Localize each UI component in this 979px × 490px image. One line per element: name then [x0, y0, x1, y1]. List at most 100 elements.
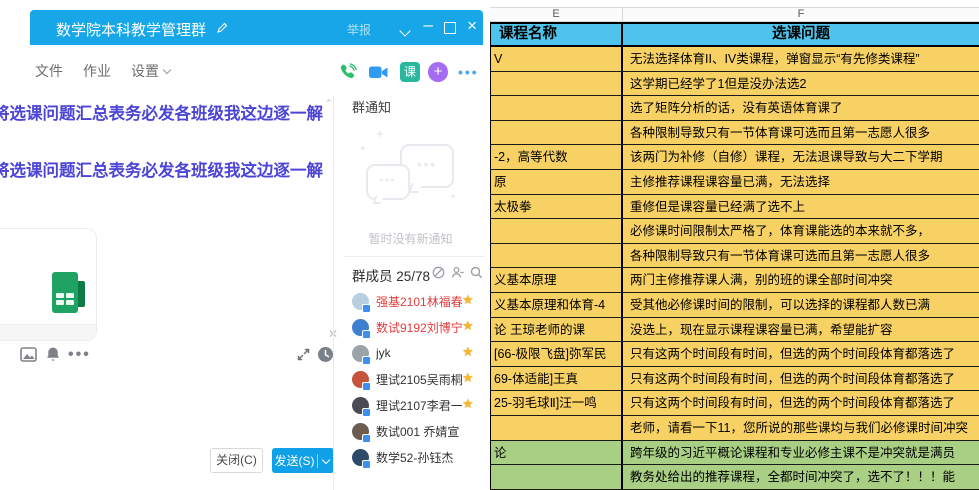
cell-course-name[interactable]: 69-体适能]王真: [491, 367, 623, 391]
cell-issue[interactable]: 各种限制导致只有一节体育课可选而且第一志愿人很多: [623, 244, 979, 268]
sheet-row: 太极拳重修但是课容量已经满了选不上: [490, 195, 979, 220]
sheet-body: V无法选择体育II、IV类课程，弹窗显示“有先修类课程”这学期已经学了1但是没办…: [490, 47, 979, 490]
cell-course-name[interactable]: [491, 72, 623, 96]
cell-issue[interactable]: 必修课时间限制太严格了，体育课能选的本来就不多，: [623, 219, 979, 243]
cell-issue[interactable]: 受其他必修课时间的限制，可以选择的课程都人数已满: [623, 293, 979, 317]
cell-course-name[interactable]: 论: [491, 441, 623, 465]
sheet-row: 各种限制导致只有一节体育课可选而且第一志愿人很多: [490, 244, 979, 269]
cell-issue[interactable]: 选了矩阵分析的话，没有英语体育课了: [623, 96, 979, 120]
member-list-item[interactable]: jyk ★: [352, 340, 487, 366]
more-options-icon[interactable]: •••: [458, 62, 479, 82]
report-button[interactable]: 举报: [347, 21, 371, 38]
star-icon[interactable]: ★: [462, 344, 474, 360]
send-button[interactable]: 发送(S): [272, 448, 334, 473]
spreadsheet-file-card[interactable]: [0, 228, 97, 341]
add-plus-icon[interactable]: +: [428, 62, 448, 82]
member-badge-icon: [362, 460, 371, 469]
cell-course-name[interactable]: -2，高等代数: [491, 145, 623, 169]
cell-course-name[interactable]: 原: [491, 170, 623, 194]
cell-course-name[interactable]: 义基本原理: [491, 268, 623, 292]
star-icon[interactable]: ★: [462, 292, 474, 308]
message-corner-mark: ⌃: [325, 98, 333, 109]
avatar: [352, 397, 369, 414]
sheet-header-row: 课程名称 选课问题: [490, 22, 979, 47]
cell-issue[interactable]: 无法选择体育II、IV类课程，弹窗显示“有先修类课程”: [623, 47, 979, 71]
chevron-down-icon[interactable]: [401, 22, 409, 40]
group-notice-title: 群通知: [352, 97, 391, 116]
sheet-row: 义基本原理两门主修推荐课人满，别的班的课全部时间冲突: [490, 268, 979, 293]
cell-issue[interactable]: 只有这两个时间段有时间，但选的两个时间段体育都落选了: [623, 391, 979, 415]
empty-notice-text: 暂时没有新通知: [334, 230, 487, 247]
member-list-item[interactable]: 数试001 乔婧宣: [352, 418, 487, 444]
member-name: jyk: [376, 346, 391, 360]
bell-icon[interactable]: [45, 346, 61, 368]
close-chat-button[interactable]: 关闭(C): [210, 448, 263, 473]
cell-course-name[interactable]: V: [491, 47, 623, 71]
cell-issue[interactable]: 教务处给出的推荐课程，全都时间冲突了，选不了！！！能: [623, 465, 979, 489]
cell-issue[interactable]: 跨年级的习近平概论课程和专业必修主课不是冲突就是满员: [623, 441, 979, 465]
cell-issue[interactable]: 只有这两个时间段有时间，但选的两个时间段体育都落选了: [623, 367, 979, 391]
header-issue[interactable]: 选课问题: [623, 24, 979, 45]
cell-course-name[interactable]: [491, 219, 623, 243]
edit-title-icon[interactable]: [216, 21, 228, 39]
sheet-row: 原主修推荐课程课容量已满，无法选择: [490, 170, 979, 195]
cell-course-name[interactable]: [491, 416, 623, 440]
sheet-row: 各种限制导致只有一节体育课可选而且第一志愿人很多: [490, 121, 979, 146]
member-list-item[interactable]: 理试2105吴雨桐★: [352, 366, 487, 392]
minimize-button[interactable]: –: [424, 15, 433, 35]
clock-history-icon[interactable]: [317, 346, 334, 368]
avatar: [352, 293, 369, 310]
image-icon[interactable]: [20, 347, 37, 367]
video-call-icon[interactable]: [369, 65, 388, 85]
cell-course-name[interactable]: [491, 244, 623, 268]
cell-issue[interactable]: 重修但是课容量已经满了选不上: [623, 195, 979, 219]
members-header-icons: [432, 266, 483, 284]
star-icon[interactable]: ★: [462, 396, 474, 412]
cell-course-name[interactable]: [66-极限飞盘]弥军民: [491, 342, 623, 366]
mute-icon[interactable]: [432, 266, 445, 284]
cell-issue[interactable]: 两门主修推荐课人满，别的班的课全部时间冲突: [623, 268, 979, 292]
cell-course-name[interactable]: [491, 96, 623, 120]
avatar: [352, 423, 369, 440]
cell-issue[interactable]: 该两门为补修（自修）课程，无法退课导致与大二下学期: [623, 145, 979, 169]
member-badge-icon: [362, 356, 371, 365]
menu-file[interactable]: 文件: [35, 61, 63, 81]
member-list-item[interactable]: 数试9192刘博宁★: [352, 314, 487, 340]
cell-issue[interactable]: 没选上，现在显示课程课容量已满，希望能扩容: [623, 318, 979, 342]
expand-icon[interactable]: [296, 347, 311, 367]
cell-course-name[interactable]: [491, 465, 623, 489]
column-letter-e[interactable]: E: [490, 8, 623, 21]
star-icon[interactable]: ★: [462, 318, 474, 334]
file-card-footer: [0, 324, 96, 340]
cell-issue[interactable]: 这学期已经学了1但是没办法选2: [623, 72, 979, 96]
column-letter-f[interactable]: F: [623, 8, 979, 21]
chat-message[interactable]: 将选课问题汇总表务必发各班级我这边逐一解: [0, 100, 333, 124]
member-list-item[interactable]: 数学52-孙钰杰: [352, 444, 487, 470]
member-name: 数试9192刘博宁: [376, 319, 462, 336]
cell-course-name[interactable]: [491, 121, 623, 145]
sheet-row: 教务处给出的推荐课程，全都时间冲突了，选不了！！！能: [490, 465, 979, 490]
cell-issue[interactable]: 只有这两个时间段有时间，但选的两个时间段体育都落选了: [623, 342, 979, 366]
cell-course-name[interactable]: 太极拳: [491, 195, 623, 219]
send-options-chevron-icon[interactable]: [318, 454, 334, 468]
cell-course-name[interactable]: 25-羽毛球Ⅱ]汪一鸣: [491, 391, 623, 415]
maximize-button[interactable]: [444, 22, 456, 34]
member-list-item[interactable]: 理试2107李君一★: [352, 392, 487, 418]
search-icon[interactable]: [470, 266, 483, 284]
cell-course-name[interactable]: 义基本原理和体育-4: [491, 293, 623, 317]
cell-issue[interactable]: 主修推荐课程课容量已满，无法选择: [623, 170, 979, 194]
chat-message[interactable]: 将选课问题汇总表务必发各班级我这边逐一解: [0, 157, 333, 181]
more-tools-icon[interactable]: •••: [68, 346, 91, 364]
close-button[interactable]: ×: [467, 16, 477, 36]
cell-issue[interactable]: 老师，请看一下11，您所说的那些课均与我们必修课时间冲突: [623, 416, 979, 440]
header-course-name[interactable]: 课程名称: [491, 24, 623, 45]
member-list-item[interactable]: 强基2101林福春★: [352, 288, 487, 314]
voice-call-icon[interactable]: [338, 63, 357, 87]
add-member-icon[interactable]: [451, 266, 464, 284]
menu-homework[interactable]: 作业: [83, 61, 111, 81]
cell-course-name[interactable]: 论 王琼老师的课: [491, 318, 623, 342]
menu-settings[interactable]: 设置: [131, 61, 170, 81]
cell-issue[interactable]: 各种限制导致只有一节体育课可选而且第一志愿人很多: [623, 121, 979, 145]
star-icon[interactable]: ★: [462, 370, 474, 386]
course-app-icon[interactable]: 课: [400, 62, 420, 82]
